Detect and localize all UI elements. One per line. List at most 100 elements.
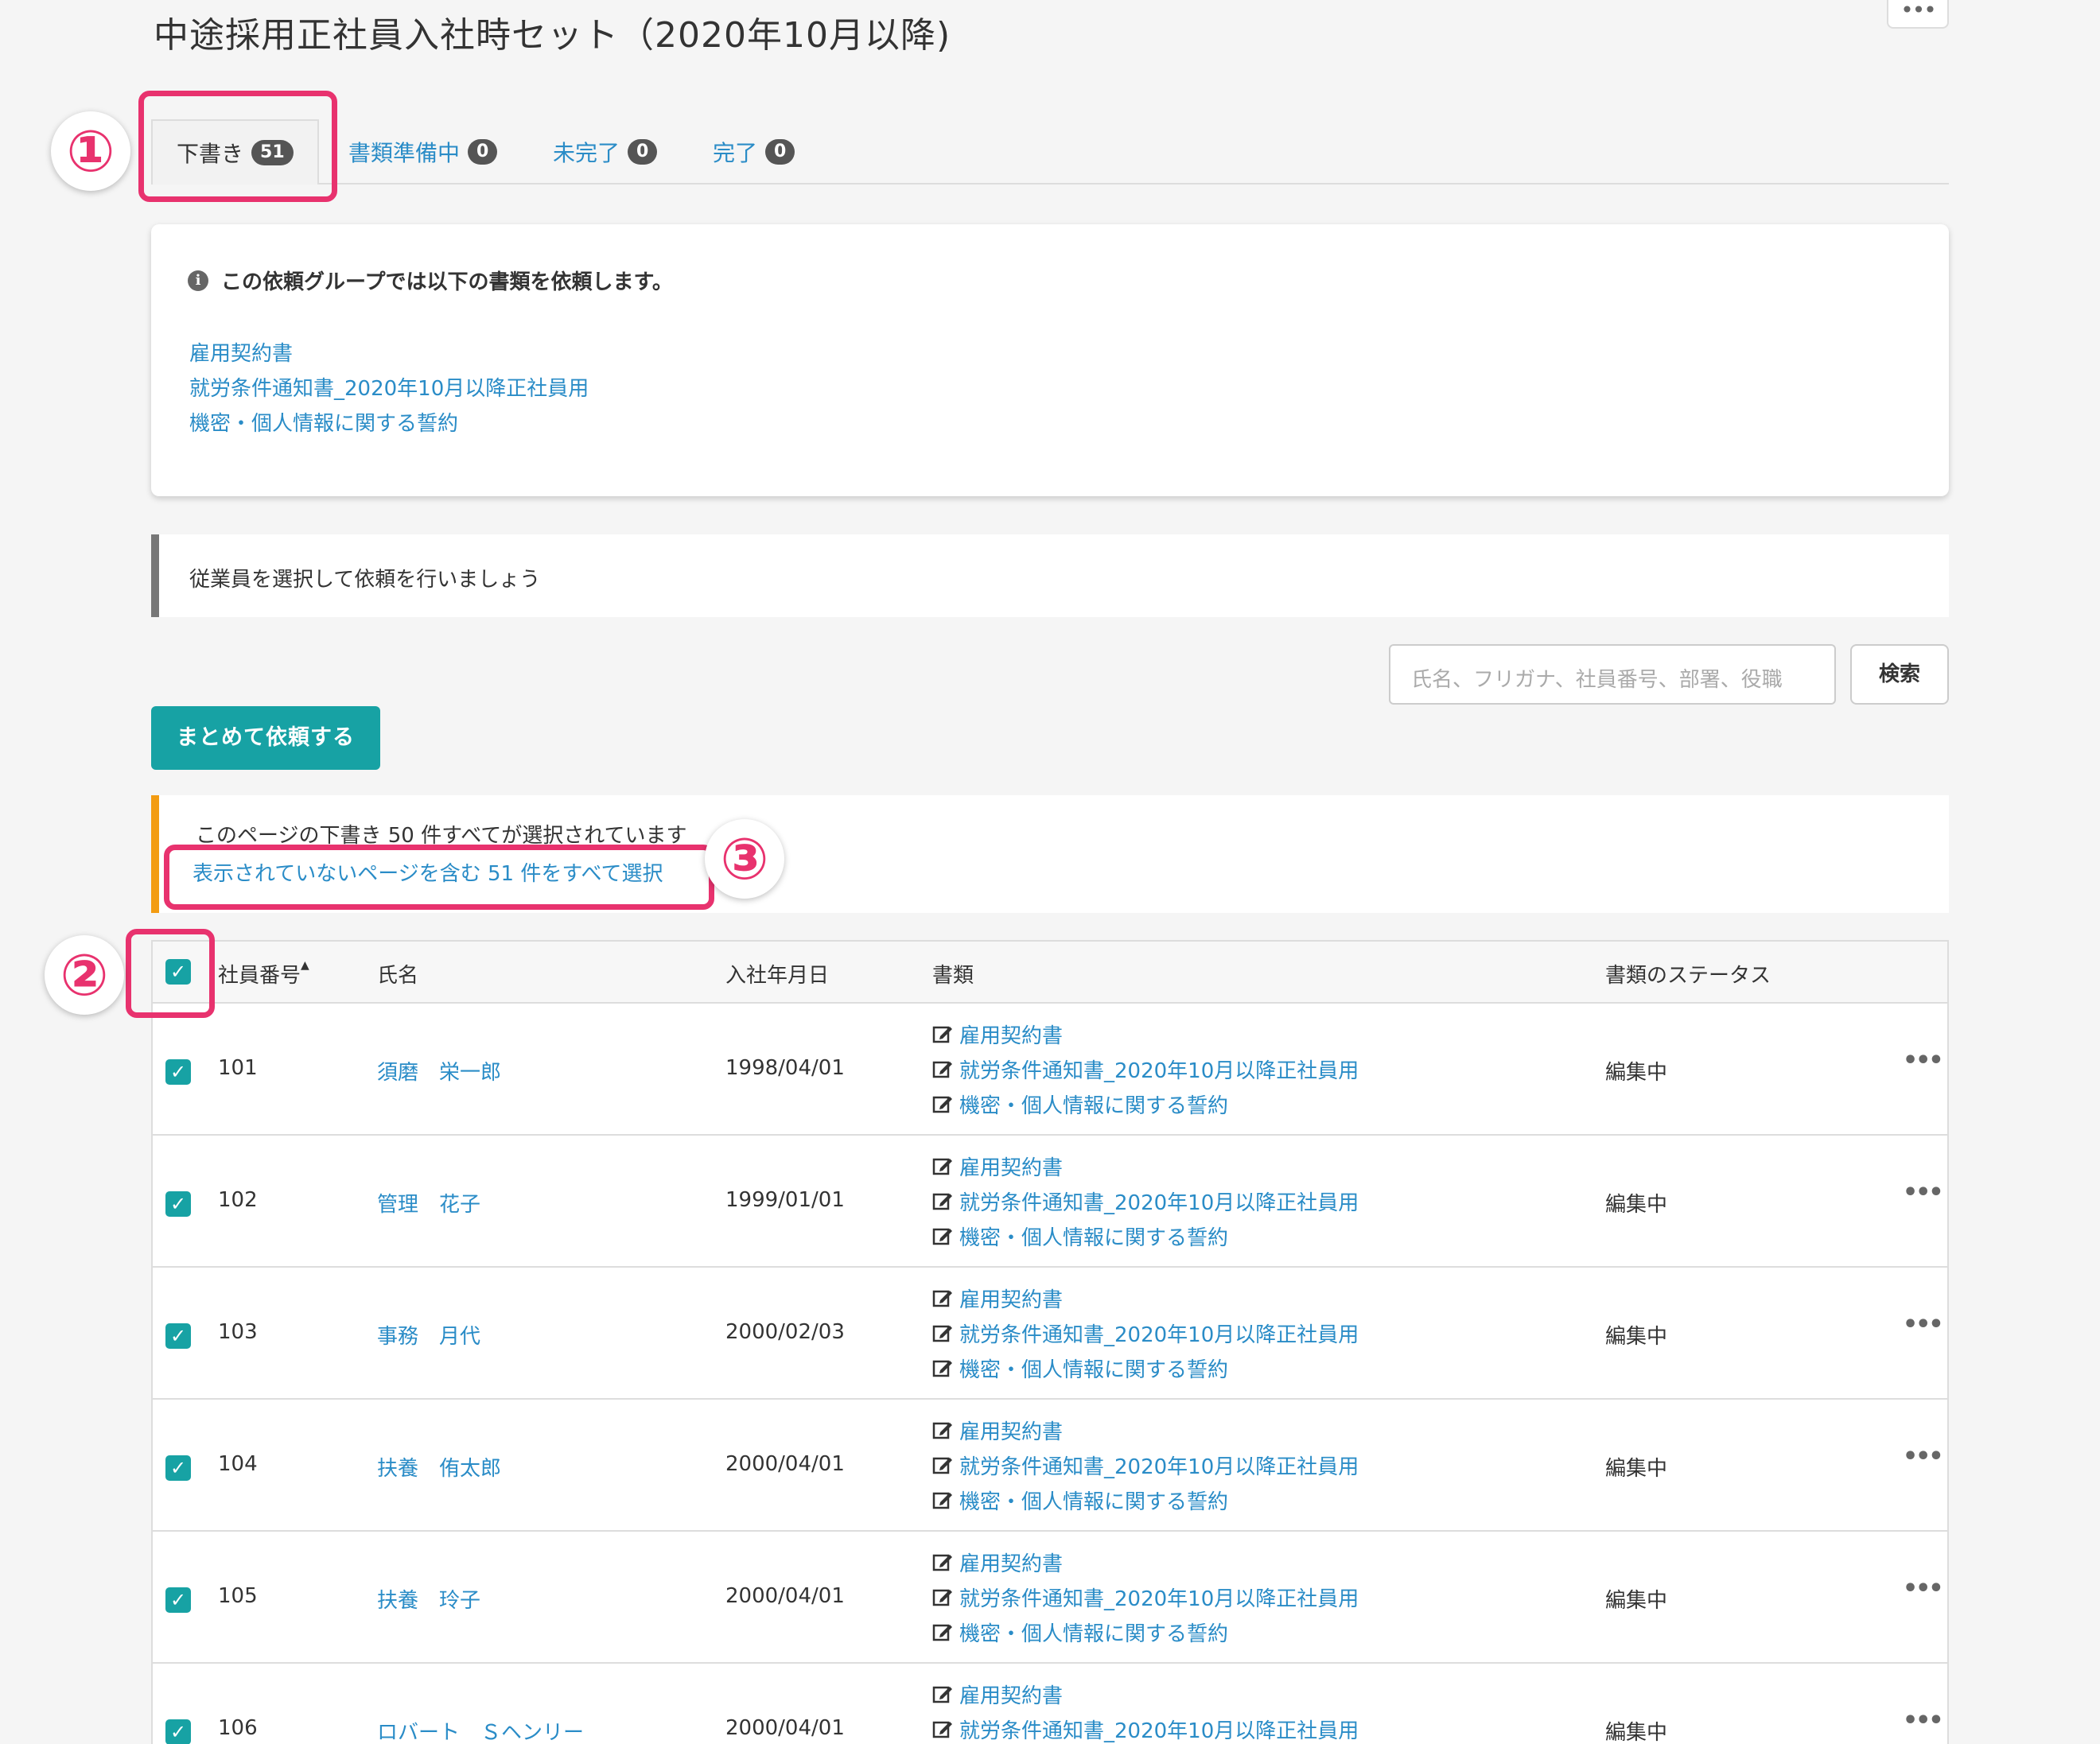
edit-icon <box>932 1156 953 1176</box>
row-status: 編集中 <box>1605 1721 1668 1744</box>
row-checkbox[interactable]: ✓ <box>165 1455 191 1481</box>
info-card: i この依頼グループでは以下の書類を依頼します。 雇用契約書 就労条件通知書_2… <box>151 224 1949 496</box>
info-title: i この依頼グループでは以下の書類を依頼します。 <box>188 266 673 295</box>
row-checkbox[interactable]: ✓ <box>165 1323 191 1349</box>
row-employee-name[interactable]: 事務 月代 <box>377 1320 480 1350</box>
row-hire-date: 2000/04/01 <box>725 1452 845 1476</box>
row-document-link[interactable]: 機密・個人情報に関する誓約 <box>932 1218 1359 1253</box>
row-documents: 雇用契約書就労条件通知書_2020年10月以降正社員用機密・個人情報に関する誓約 <box>932 1544 1359 1649</box>
row-document-label: 就労条件通知書_2020年10月以降正社員用 <box>959 1323 1359 1347</box>
row-employee-name[interactable]: 扶養 玲子 <box>377 1584 480 1614</box>
row-more-button[interactable]: ••• <box>1903 1707 1944 1734</box>
row-employee-name[interactable]: 須磨 栄一郎 <box>377 1056 501 1086</box>
edit-icon <box>932 1455 953 1475</box>
employee-table: ✓ 社員番号▲ 氏名 入社年月日 書類 書類のステータス ✓ 101 須磨 栄一郎 1… <box>151 940 1949 1744</box>
row-document-label: 就労条件通知書_2020年10月以降正社員用 <box>959 1058 1359 1083</box>
annotation-number-one: ① <box>51 111 130 191</box>
tab-draft[interactable]: 下書き 51 <box>151 119 319 184</box>
row-document-link[interactable]: 就労条件通知書_2020年10月以降正社員用 <box>932 1711 1359 1744</box>
header-name: 氏名 <box>377 964 419 988</box>
table-row: ✓ 101 須磨 栄一郎 1998/04/01 雇用契約書 就労条件通知書_2020年10… <box>153 1004 1947 1136</box>
tab-incomplete[interactable]: 未完了 0 <box>553 119 658 184</box>
document-link[interactable]: 機密・個人情報に関する誓約 <box>189 407 458 437</box>
row-more-button[interactable]: ••• <box>1903 1443 1944 1470</box>
header-hire-date: 入社年月日 <box>725 964 830 988</box>
row-hire-date: 2000/04/01 <box>725 1716 845 1740</box>
tab-complete[interactable]: 完了 0 <box>713 119 795 184</box>
row-document-link[interactable]: 就労条件通知書_2020年10月以降正社員用 <box>932 1579 1359 1614</box>
row-document-link[interactable]: 就労条件通知書_2020年10月以降正社員用 <box>932 1183 1359 1218</box>
more-menu-button[interactable]: ••• <box>1887 0 1949 29</box>
search-button[interactable]: 検索 <box>1850 644 1949 705</box>
row-document-label: 就労条件通知書_2020年10月以降正社員用 <box>959 1191 1359 1215</box>
row-employee-no: 102 <box>218 1188 258 1212</box>
select-all-checkbox[interactable]: ✓ <box>165 959 191 985</box>
row-employee-no: 103 <box>218 1320 258 1344</box>
row-document-label: 雇用契約書 <box>959 1288 1064 1312</box>
edit-icon <box>932 1288 953 1308</box>
row-employee-name[interactable]: 扶養 侑太郎 <box>377 1452 501 1482</box>
row-document-link[interactable]: 雇用契約書 <box>932 1412 1359 1447</box>
row-employee-name[interactable]: ロバート Ｓヘンリー <box>377 1716 584 1744</box>
row-documents: 雇用契約書就労条件通知書_2020年10月以降正社員用機密・個人情報に関する誓約 <box>932 1016 1359 1121</box>
row-document-link[interactable]: 就労条件通知書_2020年10月以降正社員用 <box>932 1315 1359 1350</box>
row-document-link[interactable]: 機密・個人情報に関する誓約 <box>932 1482 1359 1517</box>
edit-icon <box>932 1587 953 1607</box>
row-document-link[interactable]: 就労条件通知書_2020年10月以降正社員用 <box>932 1051 1359 1086</box>
row-document-link[interactable]: 機密・個人情報に関する誓約 <box>932 1350 1359 1385</box>
tab-count-badge: 0 <box>468 139 498 165</box>
row-employee-no: 105 <box>218 1584 258 1608</box>
row-more-button[interactable]: ••• <box>1903 1179 1944 1206</box>
table-row: ✓ 106 ロバート Ｓヘンリー 2000/04/01 雇用契約書 就労条件通知書_202… <box>153 1664 1947 1744</box>
row-document-link[interactable]: 機密・個人情報に関する誓約 <box>932 1086 1359 1121</box>
document-link[interactable]: 就労条件通知書_2020年10月以降正社員用 <box>189 372 589 402</box>
row-document-label: 雇用契約書 <box>959 1420 1064 1444</box>
row-document-link[interactable]: 雇用契約書 <box>932 1676 1359 1711</box>
search-input[interactable]: 氏名、フリガナ、社員番号、部署、役職 <box>1389 644 1836 705</box>
sort-asc-icon: ▲ <box>301 959 309 972</box>
select-all-link[interactable]: 表示されていないページを含む 51 件をすべて選択 <box>192 857 663 887</box>
row-checkbox[interactable]: ✓ <box>165 1587 191 1613</box>
header-documents: 書類 <box>932 964 974 988</box>
tab-count-badge: 0 <box>628 139 658 165</box>
row-more-button[interactable]: ••• <box>1903 1575 1944 1602</box>
row-documents: 雇用契約書就労条件通知書_2020年10月以降正社員用機密・個人情報に関する誓約 <box>932 1412 1359 1517</box>
row-document-label: 就労条件通知書_2020年10月以降正社員用 <box>959 1587 1359 1611</box>
row-document-label: 就労条件通知書_2020年10月以降正社員用 <box>959 1455 1359 1479</box>
row-document-link[interactable]: 機密・個人情報に関する誓約 <box>932 1614 1359 1649</box>
row-status: 編集中 <box>1605 1589 1668 1613</box>
row-more-button[interactable]: ••• <box>1903 1047 1944 1074</box>
row-document-label: 機密・個人情報に関する誓約 <box>959 1225 1229 1250</box>
row-document-link[interactable]: 雇用契約書 <box>932 1280 1359 1315</box>
edit-icon <box>932 1093 953 1114</box>
row-status: 編集中 <box>1605 1061 1668 1085</box>
bulk-request-button[interactable]: まとめて依頼する <box>151 706 380 770</box>
row-more-button[interactable]: ••• <box>1903 1311 1944 1338</box>
row-checkbox[interactable]: ✓ <box>165 1719 191 1744</box>
table-row: ✓ 103 事務 月代 2000/02/03 雇用契約書 就労条件通知書_2020年10月… <box>153 1268 1947 1400</box>
tab-label: 未完了 <box>553 140 620 166</box>
row-hire-date: 1999/01/01 <box>725 1188 845 1212</box>
table-row: ✓ 104 扶養 侑太郎 2000/04/01 雇用契約書就労条件通知書_2020年10… <box>153 1400 1947 1532</box>
edit-icon <box>932 1490 953 1510</box>
row-document-link[interactable]: 雇用契約書 <box>932 1148 1359 1183</box>
tab-preparing[interactable]: 書類準備中 0 <box>348 119 498 184</box>
row-checkbox[interactable]: ✓ <box>165 1191 191 1217</box>
row-document-link[interactable]: 雇用契約書 <box>932 1016 1359 1051</box>
row-checkbox[interactable]: ✓ <box>165 1059 191 1085</box>
row-status: 編集中 <box>1605 1193 1668 1217</box>
row-document-label: 機密・個人情報に関する誓約 <box>959 1622 1229 1646</box>
row-employee-name[interactable]: 管理 花子 <box>377 1188 480 1218</box>
row-document-label: 機密・個人情報に関する誓約 <box>959 1490 1229 1514</box>
annotation-number-three: ③ <box>705 819 784 899</box>
tab-label: 書類準備中 <box>348 140 461 166</box>
document-link[interactable]: 雇用契約書 <box>189 337 293 367</box>
row-document-link[interactable]: 雇用契約書 <box>932 1544 1359 1579</box>
row-document-link[interactable]: 就労条件通知書_2020年10月以降正社員用 <box>932 1447 1359 1482</box>
header-employee-no[interactable]: 社員番号▲ <box>218 959 309 989</box>
table-row: ✓ 105 扶養 玲子 2000/04/01 雇用契約書 就労条件通知書_2020年10月… <box>153 1532 1947 1664</box>
row-employee-no: 104 <box>218 1452 258 1476</box>
edit-icon <box>932 1323 953 1343</box>
tab-label: 下書き <box>177 141 244 167</box>
edit-icon <box>932 1684 953 1704</box>
